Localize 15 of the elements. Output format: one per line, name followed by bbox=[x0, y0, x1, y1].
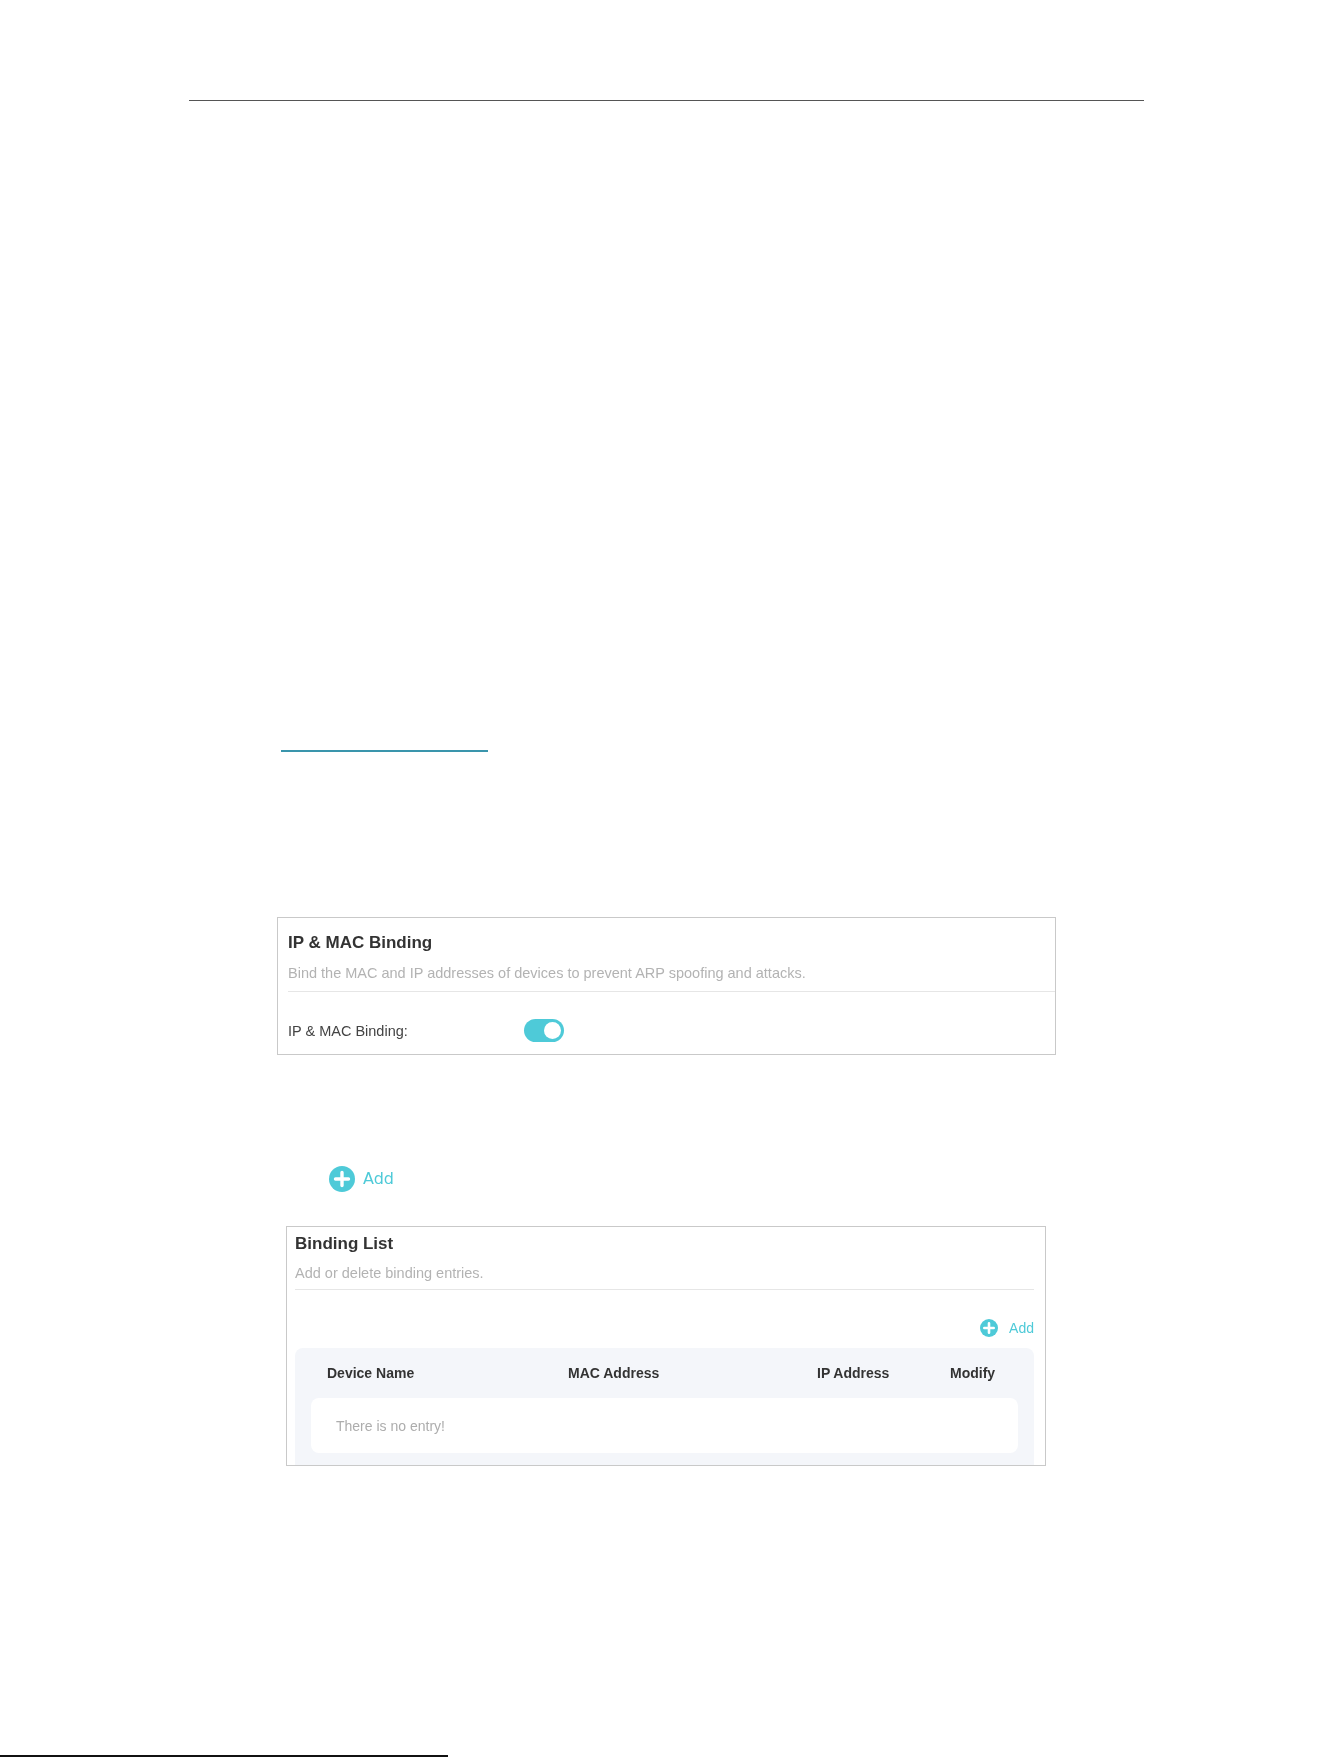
panel-description: Add or delete binding entries. bbox=[295, 1264, 485, 1283]
setting-label: IP & MAC Binding: bbox=[288, 1021, 409, 1041]
column-header: Device Name bbox=[327, 1364, 416, 1383]
add-button[interactable]: Add bbox=[980, 1319, 1034, 1337]
panel-title: Binding List bbox=[295, 1233, 395, 1255]
empty-message: There is no entry! bbox=[336, 1416, 445, 1436]
column-header: IP Address bbox=[817, 1364, 891, 1383]
column-header: Modify bbox=[950, 1364, 997, 1383]
plus-circle-icon bbox=[980, 1319, 999, 1337]
plus-circle-icon bbox=[329, 1166, 355, 1192]
column-header: MAC Address bbox=[568, 1364, 661, 1383]
add-button[interactable]: Add bbox=[329, 1166, 394, 1192]
panel-description: Bind the MAC and IP addresses of devices to prevent ARP spoofing and attacks. bbox=[288, 964, 807, 983]
panel-title: IP & MAC Binding bbox=[288, 932, 434, 954]
toggle-switch[interactable] bbox=[524, 1019, 564, 1042]
